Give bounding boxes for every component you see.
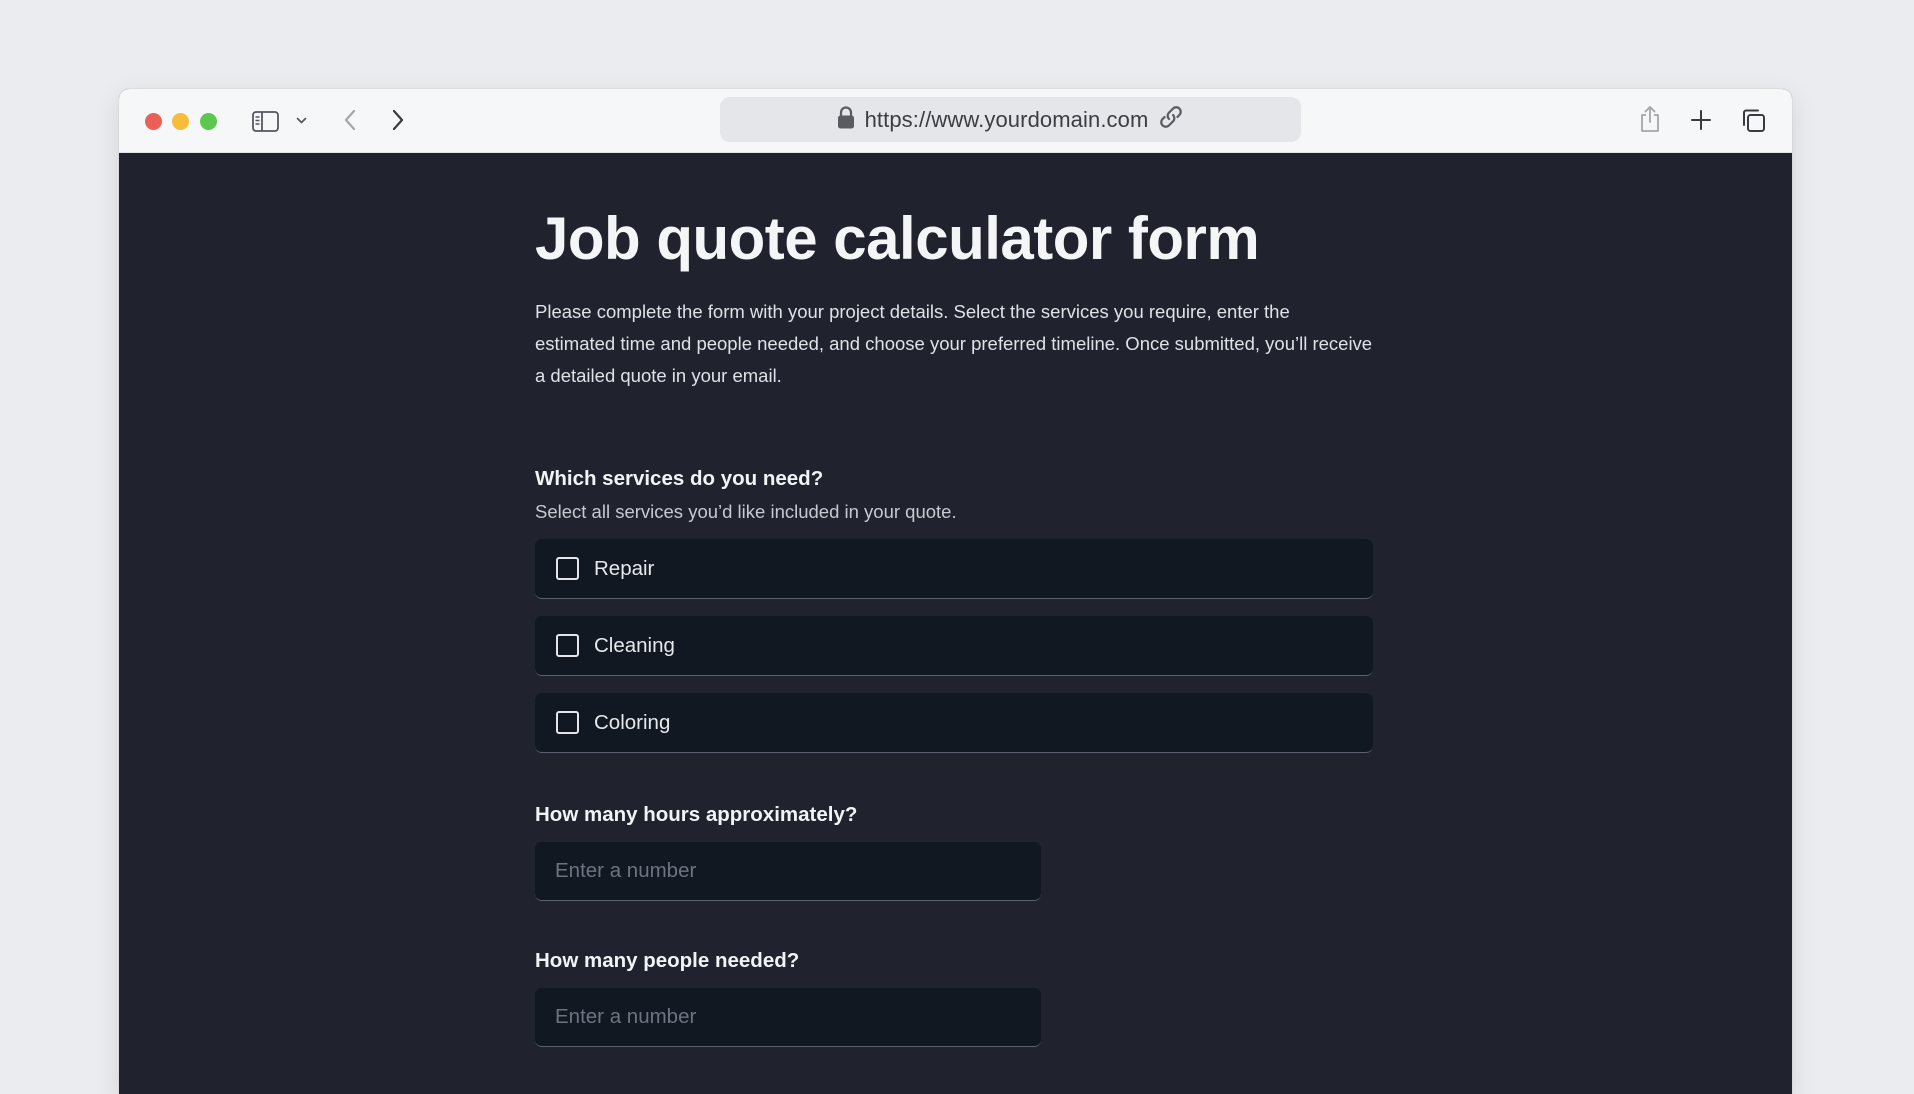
chevron-down-icon[interactable] — [294, 113, 308, 129]
cleaning-checkbox[interactable] — [556, 634, 579, 657]
option-label: Coloring — [594, 710, 671, 734]
address-bar[interactable]: https://www.yourdomain.com — [720, 97, 1301, 142]
people-question-label: How many people needed? — [535, 949, 800, 972]
hours-input[interactable] — [535, 842, 1041, 901]
option-label: Repair — [594, 556, 655, 580]
back-button-icon[interactable] — [340, 107, 360, 133]
hours-question-label: How many hours approximately? — [535, 803, 858, 826]
lock-icon — [837, 105, 855, 134]
zoom-window-button[interactable] — [200, 113, 217, 130]
browser-toolbar: https://www.yourdomain.com — [119, 89, 1792, 153]
minimize-window-button[interactable] — [172, 113, 189, 130]
url-text: https://www.yourdomain.com — [864, 106, 1149, 132]
tabs-overview-icon[interactable] — [1740, 107, 1766, 133]
browser-window: https://www.yourdomain.com Job quote cal… — [119, 89, 1792, 1094]
page-title: Job quote calculator form — [535, 205, 1260, 272]
option-label: Cleaning — [594, 633, 675, 657]
sidebar-icon[interactable] — [251, 108, 279, 134]
service-option-repair[interactable]: Repair — [535, 539, 1373, 599]
coloring-checkbox[interactable] — [556, 711, 579, 734]
link-icon[interactable] — [1158, 104, 1184, 135]
service-option-cleaning[interactable]: Cleaning — [535, 616, 1373, 676]
services-question-label: Which services do you need? — [535, 467, 824, 490]
forward-button-icon[interactable] — [388, 107, 408, 133]
service-option-coloring[interactable]: Coloring — [535, 693, 1373, 753]
services-hint: Select all services you’d like included … — [535, 501, 957, 522]
share-icon[interactable] — [1638, 104, 1662, 134]
form-description: Please complete the form with your proje… — [535, 301, 1373, 386]
close-window-button[interactable] — [145, 113, 162, 130]
new-tab-plus-icon[interactable] — [1689, 108, 1713, 132]
people-input[interactable] — [535, 988, 1041, 1047]
repair-checkbox[interactable] — [556, 557, 579, 580]
